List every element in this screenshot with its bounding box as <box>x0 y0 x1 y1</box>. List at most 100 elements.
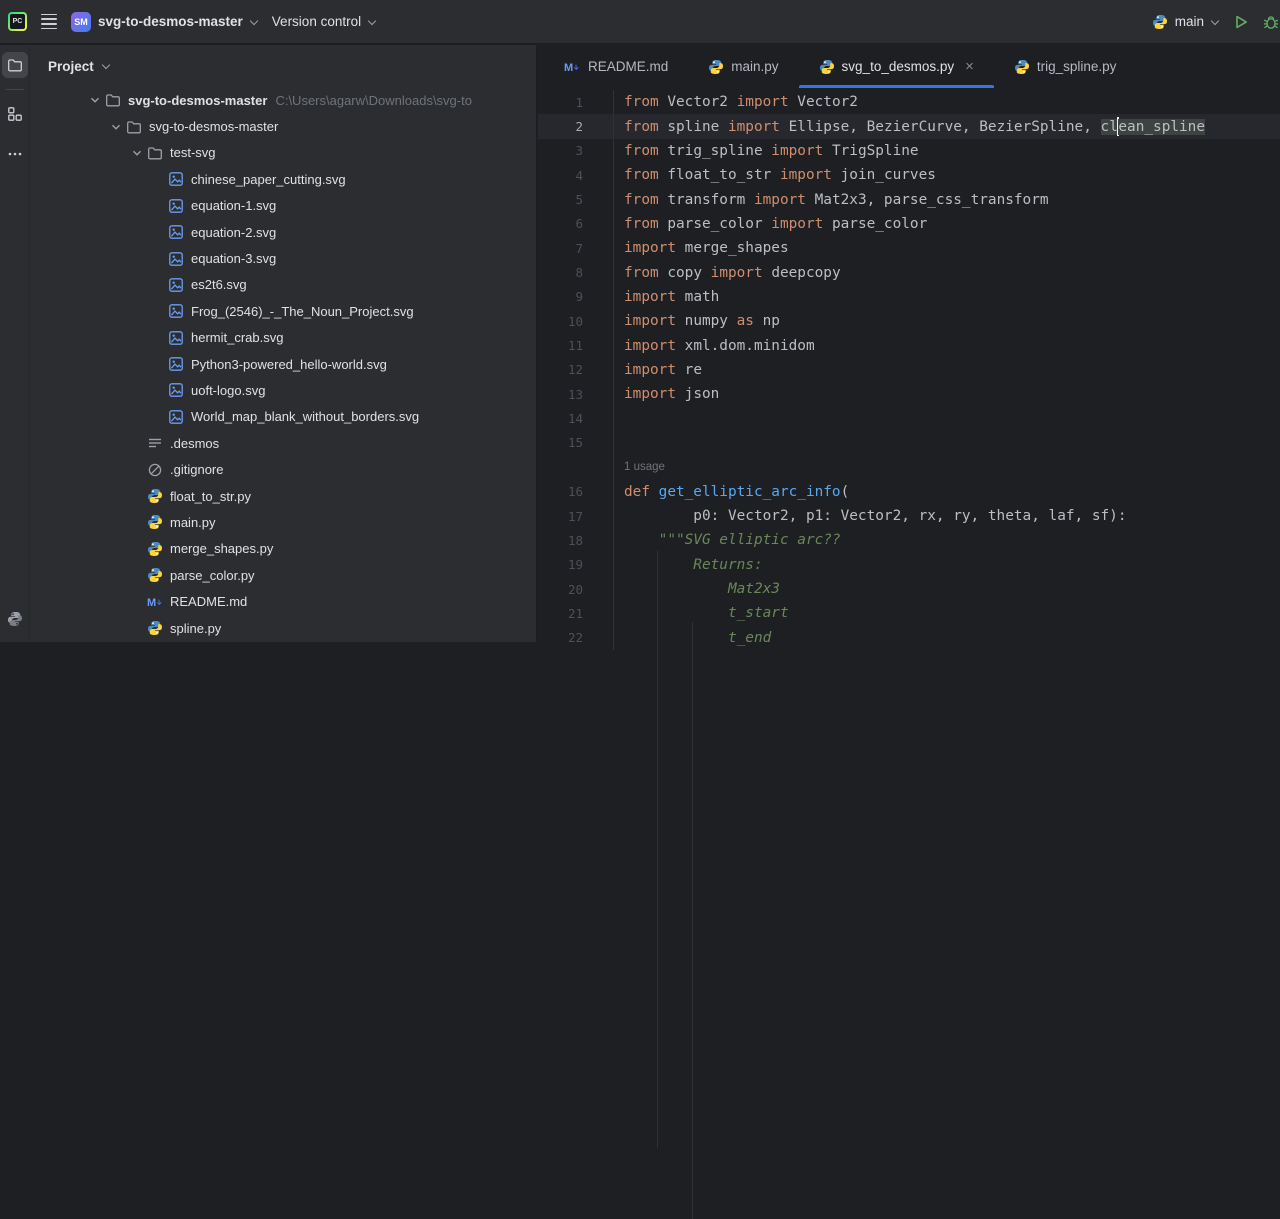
chevron-expanded-icon[interactable] <box>84 94 105 106</box>
tree-item-Python3-powered_hello-world.svg[interactable]: Python3-powered_hello-world.svg <box>30 351 536 377</box>
code-line-22[interactable]: 22 t_end <box>538 626 1280 650</box>
tree-item-.gitignore[interactable]: .gitignore <box>30 456 536 482</box>
code-line-14[interactable]: 14 <box>538 406 1280 430</box>
svg-text:M: M <box>147 597 156 609</box>
line-content: import json <box>613 382 1280 406</box>
more-tool-windows-icon[interactable] <box>2 141 28 167</box>
editor-tab-README.md[interactable]: M README.md <box>544 45 688 88</box>
chevron-expanded-icon[interactable] <box>126 147 147 159</box>
close-tab-icon[interactable]: × <box>965 59 974 74</box>
project-panel-header[interactable]: Project <box>30 45 536 87</box>
line-content: Mat2x3 <box>613 577 1280 601</box>
line-content: from float_to_str import join_curves <box>613 163 1280 187</box>
code-token: import <box>771 143 832 159</box>
code-line-15[interactable]: 15 <box>538 431 1280 455</box>
code-line-16[interactable]: 16def get_elliptic_arc_info( <box>538 480 1280 504</box>
editor-tab-main.py[interactable]: main.py <box>688 45 798 88</box>
code-token: trig_spline <box>667 143 771 159</box>
run-button[interactable] <box>1233 14 1249 30</box>
image-icon <box>168 303 185 319</box>
usages-inlay-hint[interactable]: 1 usage <box>624 461 665 473</box>
line-content: import math <box>613 285 1280 309</box>
code-line-11[interactable]: 11import xml.dom.minidom <box>538 333 1280 357</box>
textfile-icon <box>147 435 164 451</box>
tree-item-label: main.py <box>170 515 216 530</box>
project-folder-icon[interactable] <box>2 52 28 78</box>
line-content <box>613 431 1280 455</box>
tree-item-parse_color.py[interactable]: parse_color.py <box>30 562 536 588</box>
tree-item-equation-3.svg[interactable]: equation-3.svg <box>30 245 536 271</box>
structure-icon[interactable] <box>2 101 28 127</box>
python-file-icon <box>708 59 724 75</box>
code-line-7[interactable]: 7import merge_shapes <box>538 236 1280 260</box>
code-line-21[interactable]: 21 t_start <box>538 601 1280 625</box>
main-menu-icon[interactable] <box>41 12 57 31</box>
code-token: import <box>780 167 841 183</box>
tool-window-strip <box>0 45 30 642</box>
tree-item-spline.py[interactable]: spline.py <box>30 615 536 641</box>
run-config-widget[interactable]: main <box>1152 14 1219 30</box>
tree-item-hermit_crab.svg[interactable]: hermit_crab.svg <box>30 325 536 351</box>
code-line-19[interactable]: 19 Returns: <box>538 553 1280 577</box>
project-path: C:\Users\agarw\Downloads\svg-to <box>275 93 472 108</box>
code-token: deepcopy <box>771 265 840 281</box>
code-line-18[interactable]: 18 """SVG elliptic arc?? <box>538 528 1280 552</box>
code-line-9[interactable]: 9import math <box>538 285 1280 309</box>
code-line-6[interactable]: 6from parse_color import parse_color <box>538 212 1280 236</box>
tree-item-main.py[interactable]: main.py <box>30 509 536 535</box>
tab-label: README.md <box>588 59 668 74</box>
line-number: 11 <box>538 338 613 353</box>
tree-item-label: equation-2.svg <box>191 225 276 240</box>
folder-icon <box>147 145 164 161</box>
code-line-5[interactable]: 5from transform import Mat2x3, parse_css… <box>538 187 1280 211</box>
code-line-4[interactable]: 4from float_to_str import join_curves <box>538 163 1280 187</box>
code-token: import <box>624 362 685 378</box>
image-icon <box>168 277 185 293</box>
tree-item-label: spline.py <box>170 621 221 636</box>
tree-item-float_to_str.py[interactable]: float_to_str.py <box>30 483 536 509</box>
code-editor[interactable]: 1from Vector2 import Vector22from spline… <box>538 90 1280 642</box>
tree-item-equation-2.svg[interactable]: equation-2.svg <box>30 219 536 245</box>
line-content: t_end <box>613 626 1280 650</box>
project-widget[interactable]: SM svg-to-desmos-master <box>71 12 258 32</box>
python-logo-icon <box>1152 14 1168 30</box>
line-number: 8 <box>538 265 613 280</box>
code-line-3[interactable]: 3from trig_spline import TrigSpline <box>538 139 1280 163</box>
python-console-icon[interactable] <box>2 606 28 632</box>
chevron-expanded-icon[interactable] <box>105 121 126 133</box>
code-line-13[interactable]: 13import json <box>538 382 1280 406</box>
debug-button[interactable] <box>1263 14 1279 30</box>
code-line-10[interactable]: 10import numpy as np <box>538 309 1280 333</box>
tree-item-label: README.md <box>170 594 247 609</box>
tree-item-Frog_(2546)_-_The_Noun_Project.svg[interactable]: Frog_(2546)_-_The_Noun_Project.svg <box>30 298 536 324</box>
tree-item-README.md[interactable]: M README.md <box>30 588 536 614</box>
tree-item-svg-to-desmos-master[interactable]: svg-to-desmos-master <box>30 113 536 139</box>
editor-tab-svg_to_desmos.py[interactable]: svg_to_desmos.py× <box>799 45 994 88</box>
svg-text:M: M <box>564 62 573 74</box>
markdown-file-icon: M <box>564 59 581 75</box>
code-token: p0: Vector2, p1: Vector2, rx, ry, theta,… <box>624 508 1127 524</box>
editor-tab-trig_spline.py[interactable]: trig_spline.py <box>994 45 1137 88</box>
tree-item-merge_shapes.py[interactable]: merge_shapes.py <box>30 536 536 562</box>
tree-item-uoft-logo.svg[interactable]: uoft-logo.svg <box>30 377 536 403</box>
code-token: Returns: <box>624 557 763 573</box>
line-number: 1 <box>538 95 613 110</box>
code-line-12[interactable]: 12import re <box>538 358 1280 382</box>
line-content: t_start <box>613 601 1280 625</box>
code-line-17[interactable]: 17 p0: Vector2, p1: Vector2, rx, ry, the… <box>538 504 1280 528</box>
tree-item-es2t6.svg[interactable]: es2t6.svg <box>30 272 536 298</box>
tree-item-equation-1.svg[interactable]: equation-1.svg <box>30 193 536 219</box>
tree-item-chinese_paper_cutting.svg[interactable]: chinese_paper_cutting.svg <box>30 166 536 192</box>
tree-item-test-svg[interactable]: test-svg <box>30 140 536 166</box>
code-line-8[interactable]: 8from copy import deepcopy <box>538 260 1280 284</box>
tree-item-.desmos[interactable]: .desmos <box>30 430 536 456</box>
tree-item-svg-to-desmos-master[interactable]: svg-to-desmos-masterC:\Users\agarw\Downl… <box>30 87 536 113</box>
usage-hint-line[interactable]: 1 usage <box>538 455 1280 479</box>
code-line-20[interactable]: 20 Mat2x3 <box>538 577 1280 601</box>
line-number: 18 <box>538 533 613 548</box>
tree-item-World_map_blank_without_borders.svg[interactable]: World_map_blank_without_borders.svg <box>30 404 536 430</box>
code-line-1[interactable]: 1from Vector2 import Vector2 <box>538 90 1280 114</box>
code-line-2[interactable]: 2from spline import Ellipse, BezierCurve… <box>538 114 1280 138</box>
code-token: parse_color <box>667 216 771 232</box>
version-control-widget[interactable]: Version control <box>272 14 376 29</box>
